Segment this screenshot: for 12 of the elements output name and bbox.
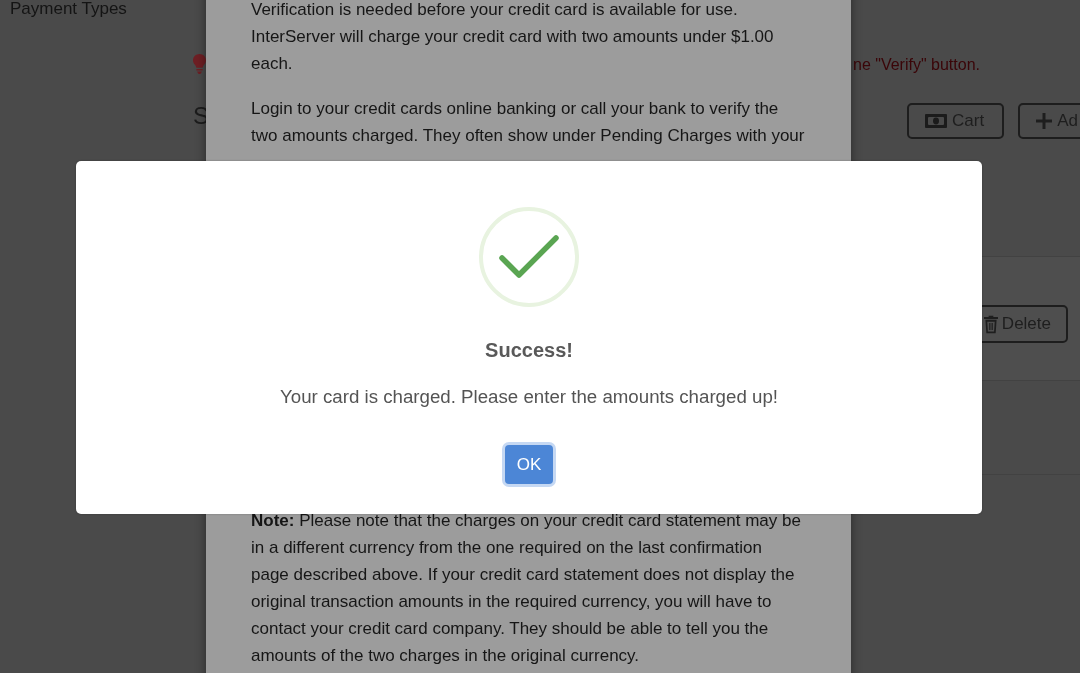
dialog-paragraph: Verification is needed before your credit card is available for use. InterServer will charge your credit card with two amounts under $1.00 each. — [251, 0, 775, 75]
banknote-icon — [925, 114, 947, 128]
ok-button[interactable]: OK — [505, 445, 553, 484]
plus-icon — [1036, 113, 1053, 129]
dialog-paragraph: Login to your credit cards online banking or call your bank to verify the two amounts charged. They often show under Pending Charges with your — [251, 98, 806, 147]
note-paragraph: Note: Please note that the charges on your credit card statement may be in a different currency from the one required on the last confirmation page described above. If your credit card statement does not display the original transaction amounts in the required currency, you will have to contact your credit card company. They should be able to tell you the amounts of the two charges in the original currency. — [251, 510, 802, 667]
lightbulb-icon — [193, 54, 206, 74]
dialog-message: Your card is charged. Please enter the amounts charged up! — [280, 386, 778, 408]
dialog-title: Success! — [485, 338, 573, 362]
alert-text: ne "Verify" button. — [853, 55, 980, 75]
trash-icon — [983, 314, 998, 334]
check-circle-icon — [479, 207, 579, 307]
